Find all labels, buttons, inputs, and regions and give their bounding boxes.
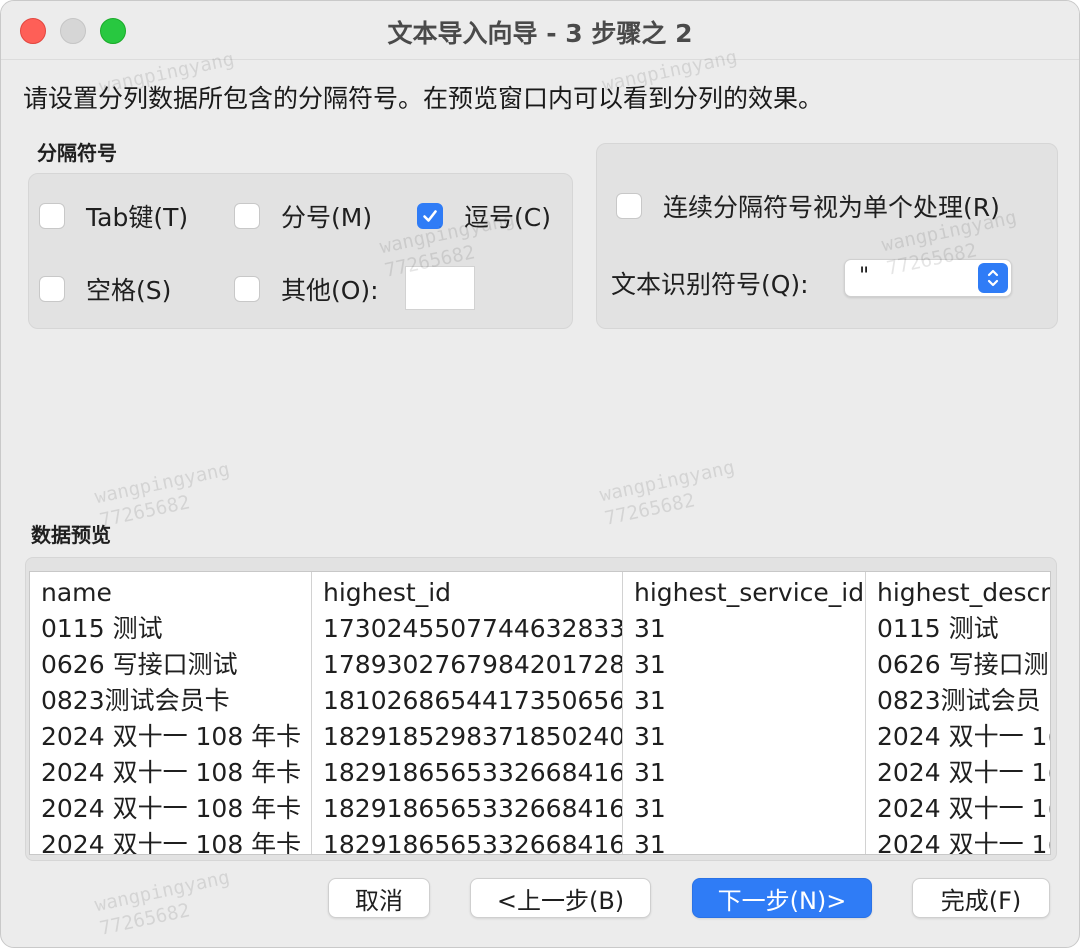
chevron-up-down-icon[interactable] [978,263,1008,293]
tab-delimiter-label: Tab键(T) [86,203,189,232]
tab-delimiter-checkbox[interactable]: Tab键(T) [39,198,188,234]
data-preview-table[interactable]: name 0115 测试 0626 写接口测试 0823测试会员卡 2024 双… [29,571,1051,855]
preview-cell: 31 [634,830,666,855]
preview-cell: 2024 双十一 108 年卡 [41,722,302,751]
preview-cell: 31 [634,614,666,643]
semicolon-delimiter-checkbox[interactable]: 分号(M) [234,198,372,234]
preview-cell: name [41,578,112,607]
preview-cell: 1730245507744632833 [323,614,623,643]
preview-cell: 2024 双十一 1( [877,830,1051,855]
preview-cell: 1829186565332668416 [323,758,623,787]
text-qualifier-value: " [859,264,870,289]
preview-cell: 0115 测试 [877,614,999,643]
checkbox-box[interactable] [39,203,65,229]
preview-cell: 0626 写接口测试 [41,650,238,679]
preview-cell: 2024 双十一 108 年卡 [41,758,302,787]
preview-column[interactable]: name 0115 测试 0626 写接口测试 0823测试会员卡 2024 双… [30,572,312,855]
instruction-text: 请设置分列数据所包含的分隔符号。在预览窗口内可以看到分列的效果。 [23,84,824,113]
preview-cell: 0115 测试 [41,614,163,643]
preview-cell: 31 [634,686,666,715]
checkbox-box[interactable] [234,276,260,302]
data-preview-label: 数据预览 [31,523,111,547]
cancel-button[interactable]: 取消 [328,878,430,918]
watermark: wangpingyang77265682 [92,866,232,940]
other-delimiter-input[interactable] [405,266,475,310]
preview-cell: 1829186565332668416 [323,794,623,823]
preview-cell: 2024 双十一 1( [877,722,1051,751]
options-group [596,143,1058,329]
preview-cell: highest_descri [877,578,1051,607]
next-button[interactable]: 下一步(N)> [692,878,872,918]
preview-cell: 31 [634,794,666,823]
checkbox-box[interactable] [234,203,260,229]
comma-delimiter-checkbox[interactable]: 逗号(C) [417,198,551,234]
preview-cell: 31 [634,758,666,787]
title-bar: 文本导入向导 - 3 步骤之 2 [1,1,1079,60]
text-import-wizard-window: 文本导入向导 - 3 步骤之 2 请设置分列数据所包含的分隔符号。在预览窗口内可… [0,0,1080,948]
other-delimiter-label: 其他(O): [281,276,379,305]
preview-cell: 0626 写接口测 [877,650,1049,679]
text-qualifier-select[interactable]: " [844,259,1012,297]
preview-cell: 2024 双十一 108 年卡 [41,830,302,855]
preview-cell: 1829186565332668416 [323,830,623,855]
preview-cell: highest_id [323,578,452,607]
text-qualifier-label: 文本识别符号(Q): [611,270,809,299]
watermark: wangpingyang77265682 [92,458,232,532]
checkmark-icon [423,210,437,222]
space-delimiter-label: 空格(S) [86,276,172,305]
semicolon-delimiter-label: 分号(M) [281,203,373,232]
other-delimiter-checkbox[interactable]: 其他(O): [234,271,379,307]
checkbox-box[interactable] [616,193,642,219]
preview-cell: 0823测试会员卡 [41,686,230,715]
preview-cell: 31 [634,722,666,751]
preview-column[interactable]: highest_descri 0115 测试 0626 写接口测 0823测试会… [866,572,1051,855]
preview-cell: 2024 双十一 1( [877,758,1051,787]
preview-cell: 1829185298371850240 [323,722,623,751]
delimiters-section-label: 分隔符号 [37,141,117,165]
checkbox-box[interactable] [39,276,65,302]
preview-cell: 2024 双十一 108 年卡 [41,794,302,823]
preview-cell: 2024 双十一 1( [877,794,1051,823]
preview-cell: 0823测试会员 [877,686,1041,715]
window-title: 文本导入向导 - 3 步骤之 2 [387,19,693,48]
finish-button[interactable]: 完成(F) [912,878,1050,918]
preview-cell: 1810268654417350656 [323,686,623,715]
watermark: wangpingyang77265682 [597,456,737,530]
preview-cell: highest_service_id [634,578,865,607]
treat-consecutive-label: 连续分隔符号视为单个处理(R) [663,193,1000,222]
preview-column[interactable]: highest_service_id 31 31 31 31 31 31 31 [623,572,866,855]
checkbox-box-checked[interactable] [417,203,443,229]
comma-delimiter-label: 逗号(C) [464,203,551,232]
preview-column[interactable]: highest_id 1730245507744632833 178930276… [312,572,623,855]
space-delimiter-checkbox[interactable]: 空格(S) [39,271,171,307]
preview-cell: 31 [634,650,666,679]
preview-cell: 1789302767984201728 [323,650,623,679]
treat-consecutive-delimiters-checkbox[interactable]: 连续分隔符号视为单个处理(R) [616,188,1000,224]
back-button[interactable]: <上一步(B) [470,878,651,918]
